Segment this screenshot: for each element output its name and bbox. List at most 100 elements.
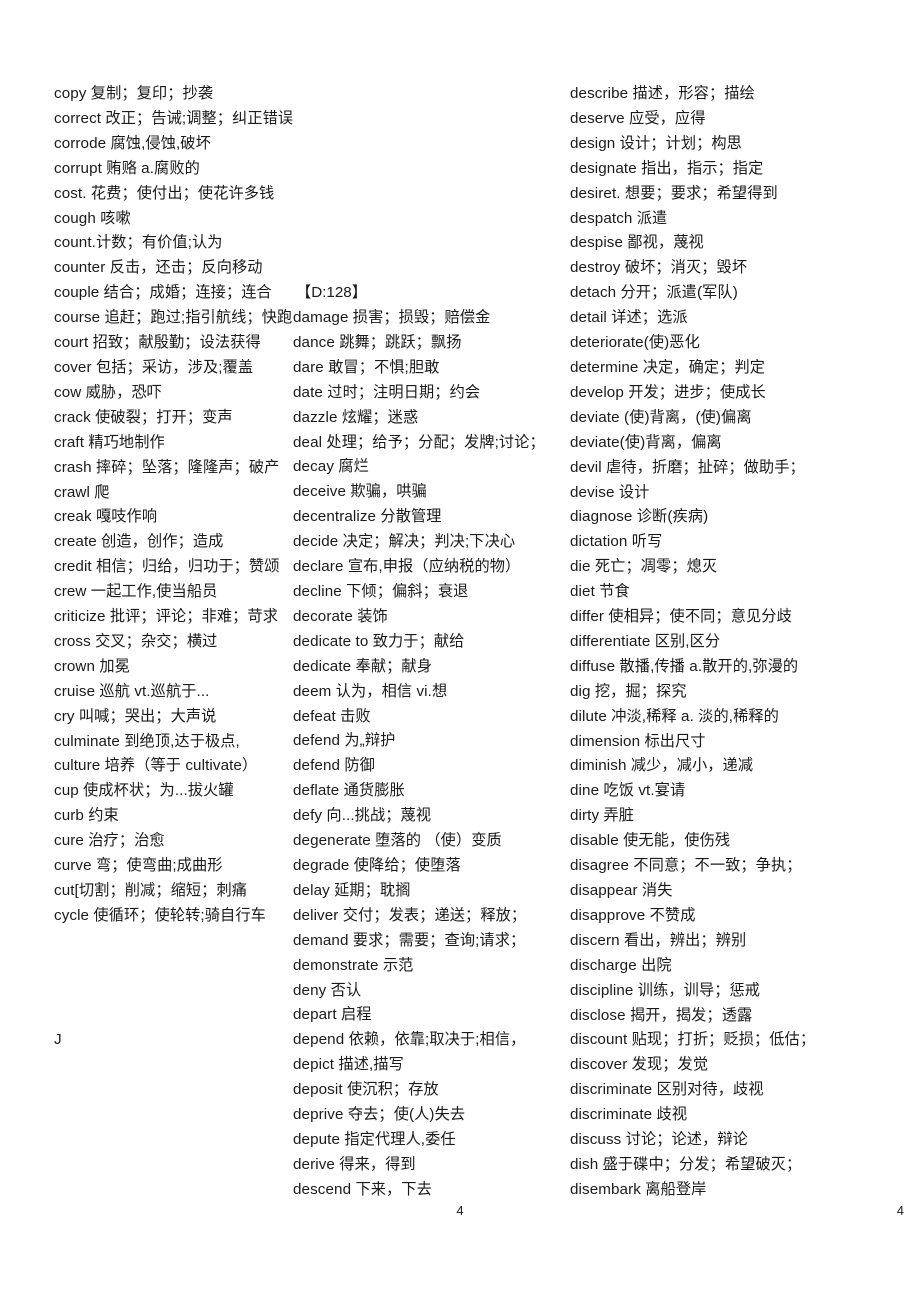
vocabulary-entry: cruise 巡航 vt.巡航于... [54,682,210,700]
vocabulary-entry: creak 嘎吱作响 [54,508,158,526]
vocabulary-entry: differentiate 区别,区分 [570,632,721,650]
vocabulary-entry: discipline 训练，训导；惩戒 [570,981,761,999]
vocabulary-entry: corrupt 贿赂 a.腐败的 [54,159,200,177]
vocabulary-entry: depart 启程 [293,1006,372,1024]
vocabulary-entry: develop 开发；进步；使成长 [570,383,766,401]
vocabulary-entry: dedicate 奉献；献身 [293,657,432,675]
vocabulary-entry: cover 包括；采访，涉及;覆盖 [54,358,254,376]
vocabulary-entry: delay 延期；耽搁 [293,881,411,899]
vocabulary-entry: descend 下来，下去 [293,1180,432,1198]
column-top-spacer [293,107,570,132]
vocabulary-entry: couple 结合；成婚；连接；连合 [54,284,272,302]
column-gap-spacer [54,954,285,979]
vocabulary-entry: diffuse 散播,传播 a.散开的,弥漫的 [570,657,799,675]
vocabulary-entry: deny 否认 [293,981,362,999]
vocabulary-entry: detail 详述；选派 [570,309,688,327]
vocabulary-entry: dance 跳舞；跳跃；飘扬 [293,333,462,351]
vocabulary-entry: defy 向...挑战；蔑视 [293,807,432,825]
column-two: 【D:128】 damage 损害；损毁；赔偿金 dance 跳舞；跳跃；飘扬 … [285,82,570,1203]
vocabulary-entry: dish 盛于碟中；分发；希望破灭； [570,1155,802,1173]
column-gap-spacer [54,929,285,954]
vocabulary-entry: deviate (使)背离，(使)偏离 [570,408,752,426]
vocabulary-entry: deserve 应受，应得 [570,109,706,127]
vocabulary-entry: depend 依赖，依靠;取决于;相信， [293,1031,526,1049]
col3-entry-list: describe 描述，形容；描绘 deserve 应受，应得 design 设… [570,82,920,1203]
vocabulary-entry: deem 认为，相信 vi.想 [293,682,448,700]
vocabulary-entry: deprive 夺去；使(人)失去 [293,1106,466,1124]
vocabulary-entry: deceive 欺骗，哄骗 [293,483,427,501]
vocabulary-entry: discriminate 区别对待，歧视 [570,1081,764,1099]
vocabulary-entry: disappear 消失 [570,882,673,899]
vocabulary-entry: court 招致；献殷勤；设法获得 [54,334,261,352]
vocabulary-entry: disapprove 不赞成 [570,906,696,924]
vocabulary-entry: disagree 不同意；不一致；争执； [570,857,802,875]
vocabulary-entry: dazzle 炫耀；迷惑 [293,408,419,426]
vocabulary-entry: depict 描述,描写 [293,1056,404,1074]
vocabulary-entry: design 设计；计划；构思 [570,134,742,152]
vocabulary-entry: despise 鄙视，蔑视 [570,234,704,252]
vocabulary-entry: decide 决定；解决；判决;下决心 [293,533,516,551]
vocabulary-entry: cup 使成杯状；为...拔火罐 [54,782,234,800]
vocabulary-entry: decline 下倾；偏斜；衰退 [293,583,469,600]
vocabulary-entry: differ 使相异；使不同；意见分歧 [570,608,792,626]
vocabulary-entry: degrade 使降给；使堕落 [293,856,461,874]
vocabulary-entry: disclose 揭开，揭发；透露 [570,1006,753,1024]
vocabulary-entry: cry 叫喊；哭出；大声说 [54,707,217,725]
vocabulary-entry: demand 要求；需要；查询;请求； [293,931,526,949]
column-gap-spacer [54,1003,285,1028]
col2-entry-list: damage 损害；损毁；赔偿金 dance 跳舞；跳跃；飘扬 dare 敢冒；… [293,306,570,1203]
vocabulary-entry: discharge 出院 [570,956,672,974]
vocabulary-entry: defeat 击败 [293,707,371,725]
column-top-spacer [293,231,570,256]
column-one: copy 复制；复印；抄袭 correct 改正；告诫;调整；纠正错误 corr… [0,82,293,1053]
vocabulary-entry: depute 指定代理人,委任 [293,1130,456,1148]
vocabulary-entry: deposit 使沉积；存放 [293,1081,439,1099]
vocabulary-entry: diminish 减少，减小，递减 [570,757,754,775]
vocabulary-entry: decay 腐烂 [293,458,369,476]
vocabulary-entry: discriminate 歧视 [570,1106,688,1124]
vocabulary-entry: dirty 弄脏 [570,807,635,825]
vocabulary-entry: detach 分开；派遣(军队) [570,284,738,302]
vocabulary-entry: cross 交叉；杂交；横过 [54,632,218,650]
vocabulary-entry: discount 贴现；打折；贬损；低估； [570,1031,816,1049]
vocabulary-entry: deteriorate(使)恶化 [570,334,700,352]
vocabulary-entry: credit 相信；归给，归功于；赞颂 [54,558,280,576]
vocabulary-entry: devil 虐待，折磨；扯碎；做助手； [570,458,805,476]
vocabulary-entry: culture 培养（等于 cultivate） [54,757,258,775]
vocabulary-entry: craft 精巧地制作 [54,433,165,451]
vocabulary-entry: destroy 破坏；消灭；毁坏 [570,259,748,277]
vocabulary-entry: criticize 批评；评论；非难；苛求 [54,608,279,626]
vocabulary-entry: course 追赶；跑过;指引航线；快跑 [54,309,293,327]
vocabulary-entry: curb 约束 [54,807,119,825]
vocabulary-entry: cure 治疗；治愈 [54,832,165,850]
vocabulary-entry: dig 挖，掘；探究 [570,682,687,700]
column-top-spacer [293,256,570,281]
column-top-spacer [293,182,570,207]
vocabulary-entry: designate 指出，指示；指定 [570,159,764,177]
col1-entry-list: copy 复制；复印；抄袭 correct 改正；告诫;调整；纠正错误 corr… [54,82,293,929]
vocabulary-entry: corrode 腐蚀,侵蚀,破坏 [54,134,211,152]
vocabulary-entry: degenerate 堕落的 （使）变质 [293,832,502,850]
page-number-right: 4 [896,1203,904,1218]
stray-letter-j: J [54,1031,62,1049]
vocabulary-entry: crown 加冕 [54,657,130,675]
vocabulary-entry: crack 使破裂；打开；变声 [54,408,233,426]
vocabulary-entry: discern 看出，辨出；辨别 [570,931,747,949]
vocabulary-entry: despatch 派遣 [570,209,668,227]
vocabulary-entry: deliver 交付；发表；递送；释放； [293,906,527,924]
vocabulary-entry: desiret. 想要；要求；希望得到 [570,184,778,202]
column-three: describe 描述，形容；描绘 deserve 应受，应得 design 设… [570,82,920,1203]
vocabulary-entry: decorate 装饰 [293,607,388,625]
vocabulary-entry: dine 吃饭 vt.宴请 [570,782,686,800]
page-number-center: 4 [456,1203,464,1218]
vocabulary-entry: devise 设计 [570,483,650,501]
vocabulary-entry: defend 防御 [293,757,375,775]
section-header-d: 【D:128】 [296,284,367,302]
vocabulary-entry: defend 为„辩护 [293,732,396,750]
page-footer: 4 4 [0,1203,920,1233]
vocabulary-entry: dedicate to 致力于；献给 [293,632,465,650]
vocabulary-entry: disembark 离船登岸 [570,1180,707,1198]
vocabulary-entry: cough 咳嗽 [54,209,131,227]
vocabulary-entry: decentralize 分散管理 [293,508,442,526]
column-top-spacer [293,157,570,182]
